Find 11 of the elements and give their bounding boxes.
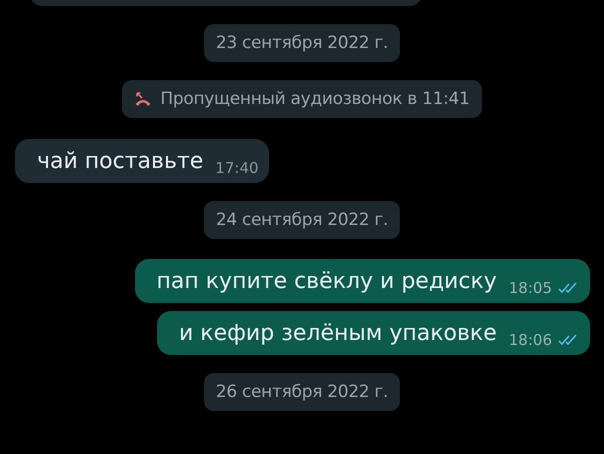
message-time: 18:06 bbox=[508, 331, 552, 349]
message-text: пап купите свёклу и редиску bbox=[156, 269, 497, 294]
date-label: 24 сентября 2022 г. bbox=[204, 201, 400, 239]
message-text: и кефир зелёным упаковке bbox=[178, 321, 497, 346]
date-label: 23 сентября 2022 г. bbox=[204, 24, 400, 62]
message-time: 17:40 bbox=[215, 159, 259, 177]
message-text: чай поставьте bbox=[37, 149, 204, 174]
missed-call-icon bbox=[134, 90, 152, 108]
missed-call-notice: Пропущенный аудиозвонок в 11:41 bbox=[160, 89, 470, 109]
date-label: 26 сентября 2022 г. bbox=[204, 373, 400, 411]
message-time: 18:05 bbox=[508, 279, 552, 297]
